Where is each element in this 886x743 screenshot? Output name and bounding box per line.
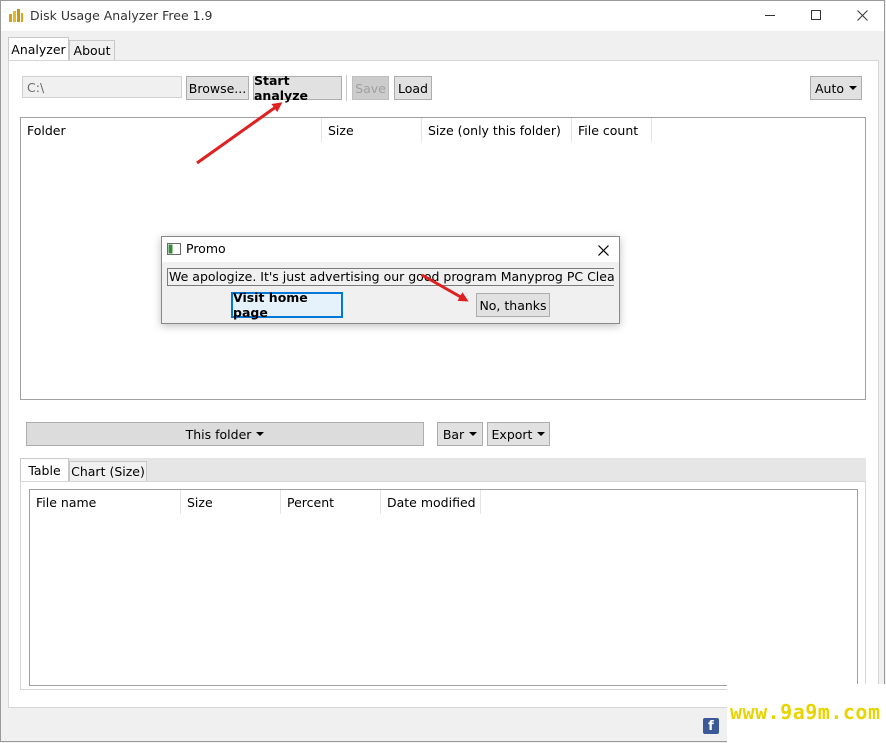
arrow-to-no-thanks [421,273,469,302]
facebook-glyph: f [708,719,714,734]
facebook-icon[interactable]: f [703,718,719,734]
watermark-text: www.9a9m.com [730,700,881,724]
annotation-arrows [196,102,469,302]
arrow-to-start-analyze [196,102,283,165]
